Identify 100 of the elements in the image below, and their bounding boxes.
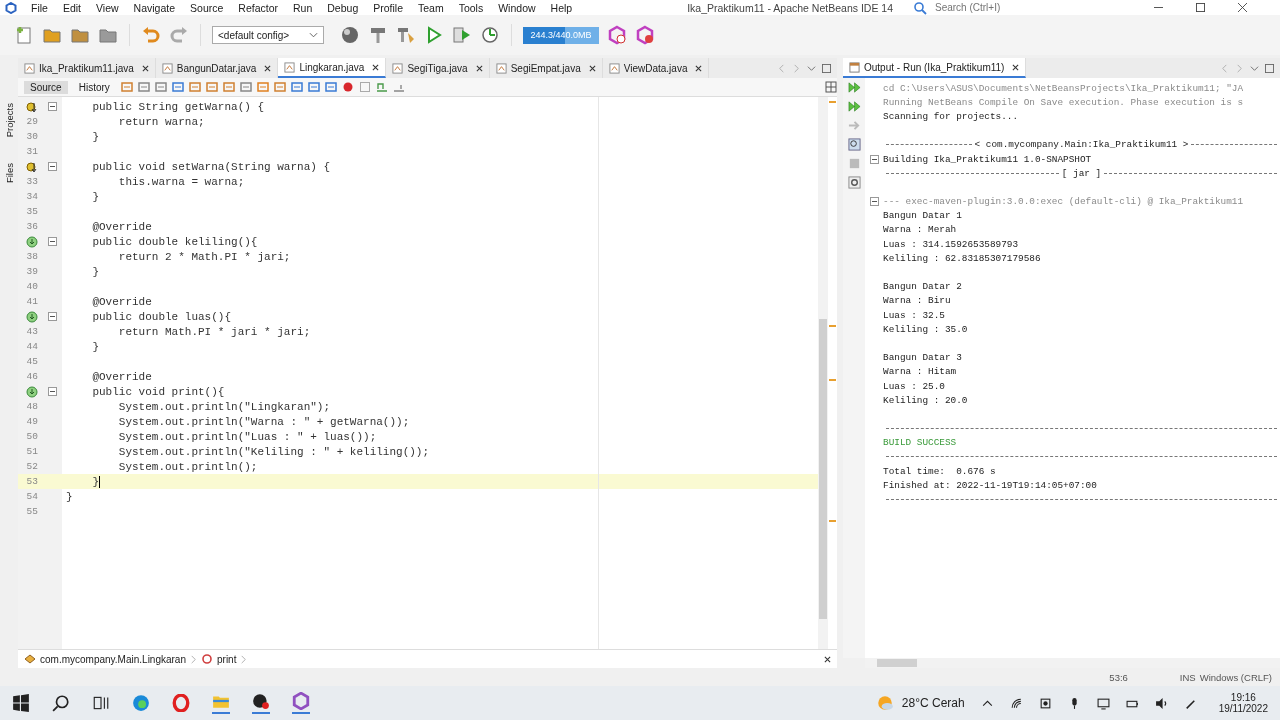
- output-tab[interactable]: Output - Run (Ika_Praktikum11): [843, 58, 1027, 78]
- split-icon[interactable]: [825, 81, 837, 93]
- fold-icon[interactable]: [47, 312, 57, 321]
- globe-icon[interactable]: [340, 25, 360, 45]
- clock-date[interactable]: 19/11/2022: [1218, 703, 1268, 714]
- config-dropdown[interactable]: <default config>: [212, 26, 324, 44]
- comment-icon[interactable]: [375, 81, 388, 93]
- menu-item[interactable]: Profile: [373, 1, 403, 14]
- java-file-icon: [284, 61, 296, 73]
- task-view-icon[interactable]: [92, 694, 110, 712]
- view-tab[interactable]: History: [72, 80, 116, 94]
- toolbar-glyph-icon[interactable]: [222, 81, 235, 93]
- toolbar-glyph-icon[interactable]: [256, 81, 269, 93]
- side-tab[interactable]: Files: [3, 163, 15, 184]
- redo-icon[interactable]: [169, 25, 189, 45]
- breadcrumb-item[interactable]: print: [217, 653, 237, 665]
- rerun-icon[interactable]: [847, 81, 861, 94]
- menu-item[interactable]: View: [96, 1, 119, 14]
- new-file-icon[interactable]: [14, 25, 34, 45]
- menu-item[interactable]: Run: [293, 1, 313, 14]
- menu-item[interactable]: Navigate: [133, 1, 176, 14]
- fold-icon[interactable]: [47, 237, 57, 246]
- editor-tab[interactable]: Lingkaran.java: [278, 58, 387, 78]
- fold-icon[interactable]: [869, 197, 879, 207]
- menu-item[interactable]: Tools: [458, 1, 484, 14]
- speaker-icon[interactable]: [1154, 696, 1168, 710]
- display-icon[interactable]: [1096, 696, 1110, 710]
- close-icon[interactable]: [1238, 3, 1247, 12]
- undo-icon[interactable]: [141, 25, 161, 45]
- menu-item[interactable]: Refactor: [238, 1, 278, 14]
- toolbar-glyph-icon[interactable]: [324, 81, 337, 93]
- maximize-icon[interactable]: [822, 63, 831, 73]
- line-number: 52: [26, 461, 38, 472]
- toolbar-glyph-icon[interactable]: [188, 81, 201, 93]
- toolbar-glyph-icon[interactable]: [120, 81, 133, 93]
- close-icon[interactable]: [264, 64, 272, 72]
- debug-icon[interactable]: [452, 25, 472, 45]
- scrollbar-thumb[interactable]: [819, 319, 827, 619]
- close-icon[interactable]: [141, 64, 149, 72]
- view-tab[interactable]: Source: [24, 80, 68, 94]
- override-icon[interactable]: [26, 385, 38, 398]
- menu-item[interactable]: Help: [550, 1, 573, 14]
- toolbar-glyph-icon[interactable]: [273, 81, 286, 93]
- fold-icon[interactable]: [47, 387, 57, 396]
- caret-icon[interactable]: [1250, 63, 1259, 73]
- clock-time[interactable]: 19:16: [1230, 692, 1256, 703]
- close-icon[interactable]: [1012, 63, 1020, 71]
- method-icon: [201, 653, 213, 665]
- line-number: 36: [26, 221, 38, 232]
- close-icon[interactable]: [475, 64, 483, 72]
- fold-icon[interactable]: [869, 154, 879, 164]
- menu-item[interactable]: Window: [498, 1, 536, 14]
- fold-icon[interactable]: [47, 162, 57, 171]
- line-number: 29: [26, 116, 38, 127]
- cursor-position: 53:6: [1109, 671, 1128, 683]
- rerun-icon[interactable]: [847, 100, 861, 113]
- weather-text[interactable]: 28°C Cerah: [901, 696, 965, 710]
- menu-item[interactable]: File: [31, 1, 48, 14]
- fold-icon[interactable]: [47, 102, 57, 111]
- app-logo-icon[interactable]: [292, 692, 310, 714]
- code-line: public double keliling(){: [91, 235, 258, 248]
- stop-icon[interactable]: [358, 81, 371, 93]
- toolbar-glyph-icon[interactable]: [239, 81, 252, 93]
- close-icon[interactable]: [695, 64, 703, 72]
- menu-item[interactable]: Edit: [62, 1, 81, 14]
- implements-icon[interactable]: [26, 100, 38, 113]
- toolbar-glyph-icon[interactable]: [290, 81, 303, 93]
- ring-icon[interactable]: [172, 694, 190, 712]
- class-icon: [24, 653, 36, 665]
- override-icon[interactable]: [26, 235, 38, 248]
- output-line: Luas : 32.5: [883, 309, 945, 321]
- toolbar-glyph-icon[interactable]: [137, 81, 150, 93]
- menu-item[interactable]: Debug: [327, 1, 359, 14]
- hammer-icon[interactable]: [368, 25, 388, 45]
- app-icon[interactable]: [252, 692, 270, 714]
- override-icon[interactable]: [26, 310, 38, 323]
- toolbar-glyph-icon[interactable]: [171, 81, 184, 93]
- record-icon[interactable]: [341, 81, 354, 93]
- menu-item[interactable]: Source: [190, 1, 224, 14]
- start-icon[interactable]: [12, 694, 30, 712]
- maximize-icon[interactable]: [1265, 63, 1274, 73]
- browser-icon[interactable]: [132, 694, 150, 712]
- code-line: }: [91, 190, 99, 203]
- side-tab[interactable]: Projects: [3, 103, 15, 138]
- wifi-icon[interactable]: [1009, 696, 1023, 710]
- menu-item[interactable]: Team: [418, 1, 444, 14]
- toolbar-glyph-icon[interactable]: [154, 81, 167, 93]
- close-icon[interactable]: [588, 64, 596, 72]
- java-file-icon: [392, 62, 404, 74]
- code-line: System.out.println("Lingkaran");: [117, 400, 331, 413]
- close-icon[interactable]: [372, 63, 380, 71]
- profile-icon[interactable]: [480, 25, 500, 45]
- scrollbar-thumb[interactable]: [877, 659, 917, 667]
- breadcrumb-item[interactable]: com.mycompany.Main.Lingkaran: [40, 653, 186, 665]
- caret-icon[interactable]: [807, 63, 816, 73]
- close-icon[interactable]: [824, 654, 831, 664]
- maximize-icon[interactable]: [1196, 3, 1205, 12]
- implements-icon[interactable]: [26, 160, 38, 173]
- toolbar-glyph-icon[interactable]: [205, 81, 218, 93]
- toolbar-glyph-icon[interactable]: [307, 81, 320, 93]
